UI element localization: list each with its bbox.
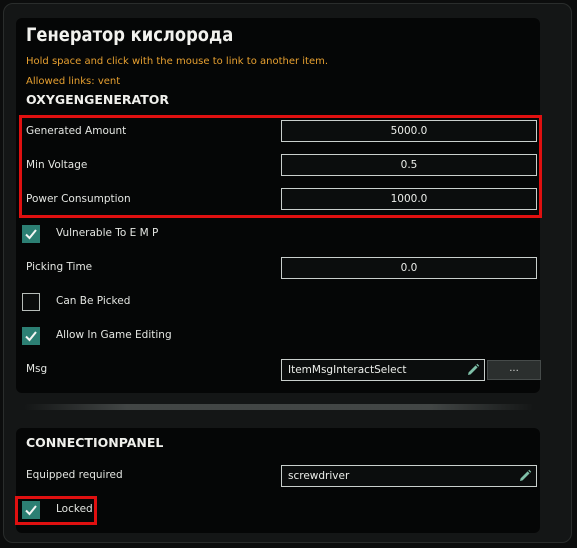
allow-in-game-editing-label: Allow In Game Editing [56, 329, 172, 341]
msg-field[interactable]: ItemMsgInteractSelect [281, 359, 485, 381]
highlight-box-locked [15, 496, 97, 525]
allow-in-game-editing-checkbox[interactable] [22, 327, 40, 345]
allowed-links-text: Allowed links: vent [26, 76, 121, 87]
picking-time-field[interactable]: 0.0 [281, 257, 537, 279]
equipped-required-label: Equipped required [26, 469, 123, 481]
vulnerable-to-emp-label: Vulnerable To E M P [56, 227, 159, 239]
checkmark-icon [25, 331, 37, 342]
page-title: Генератор кислорода [26, 24, 234, 46]
can-be-picked-checkbox[interactable] [22, 293, 40, 311]
pencil-icon[interactable] [518, 469, 532, 483]
can-be-picked-label: Can Be Picked [56, 295, 131, 307]
equipped-required-field[interactable]: screwdriver [281, 465, 537, 487]
vulnerable-to-emp-checkbox[interactable] [22, 225, 40, 243]
msg-label: Msg [26, 363, 48, 375]
pencil-icon[interactable] [466, 363, 480, 377]
checkmark-icon [25, 229, 37, 240]
connection-panel-name: CONNECTIONPANEL [26, 435, 164, 450]
section-divider [24, 404, 534, 410]
link-hint-text: Hold space and click with the mouse to l… [26, 56, 329, 67]
msg-more-button[interactable]: ... [487, 360, 541, 380]
component-name: OXYGENGENERATOR [26, 92, 170, 107]
highlight-box-properties [19, 115, 542, 218]
picking-time-label: Picking Time [26, 261, 93, 273]
